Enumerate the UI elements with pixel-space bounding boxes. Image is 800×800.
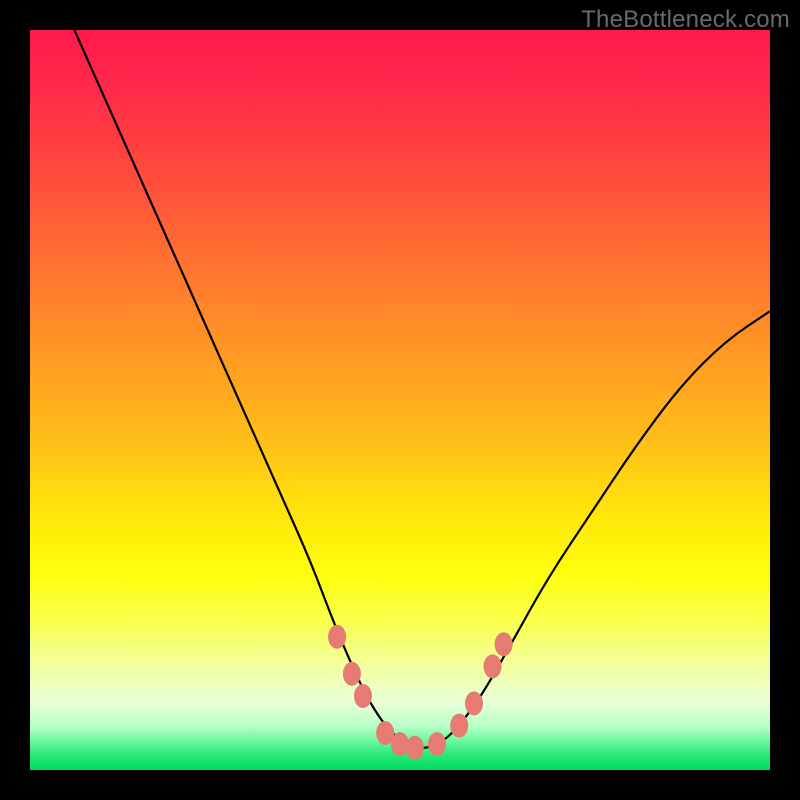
bottleneck-curve <box>74 30 770 748</box>
curve-marker <box>343 662 361 686</box>
markers-group <box>328 625 512 760</box>
curve-marker <box>354 684 372 708</box>
curve-marker <box>450 714 468 738</box>
curve-svg <box>30 30 770 770</box>
curve-marker <box>328 625 346 649</box>
curve-marker <box>495 632 513 656</box>
curve-marker <box>428 732 446 756</box>
curve-marker <box>465 691 483 715</box>
curve-marker <box>484 654 502 678</box>
curve-marker <box>406 736 424 760</box>
chart-frame: TheBottleneck.com <box>0 0 800 800</box>
watermark-text: TheBottleneck.com <box>581 6 790 34</box>
plot-area <box>30 30 770 770</box>
